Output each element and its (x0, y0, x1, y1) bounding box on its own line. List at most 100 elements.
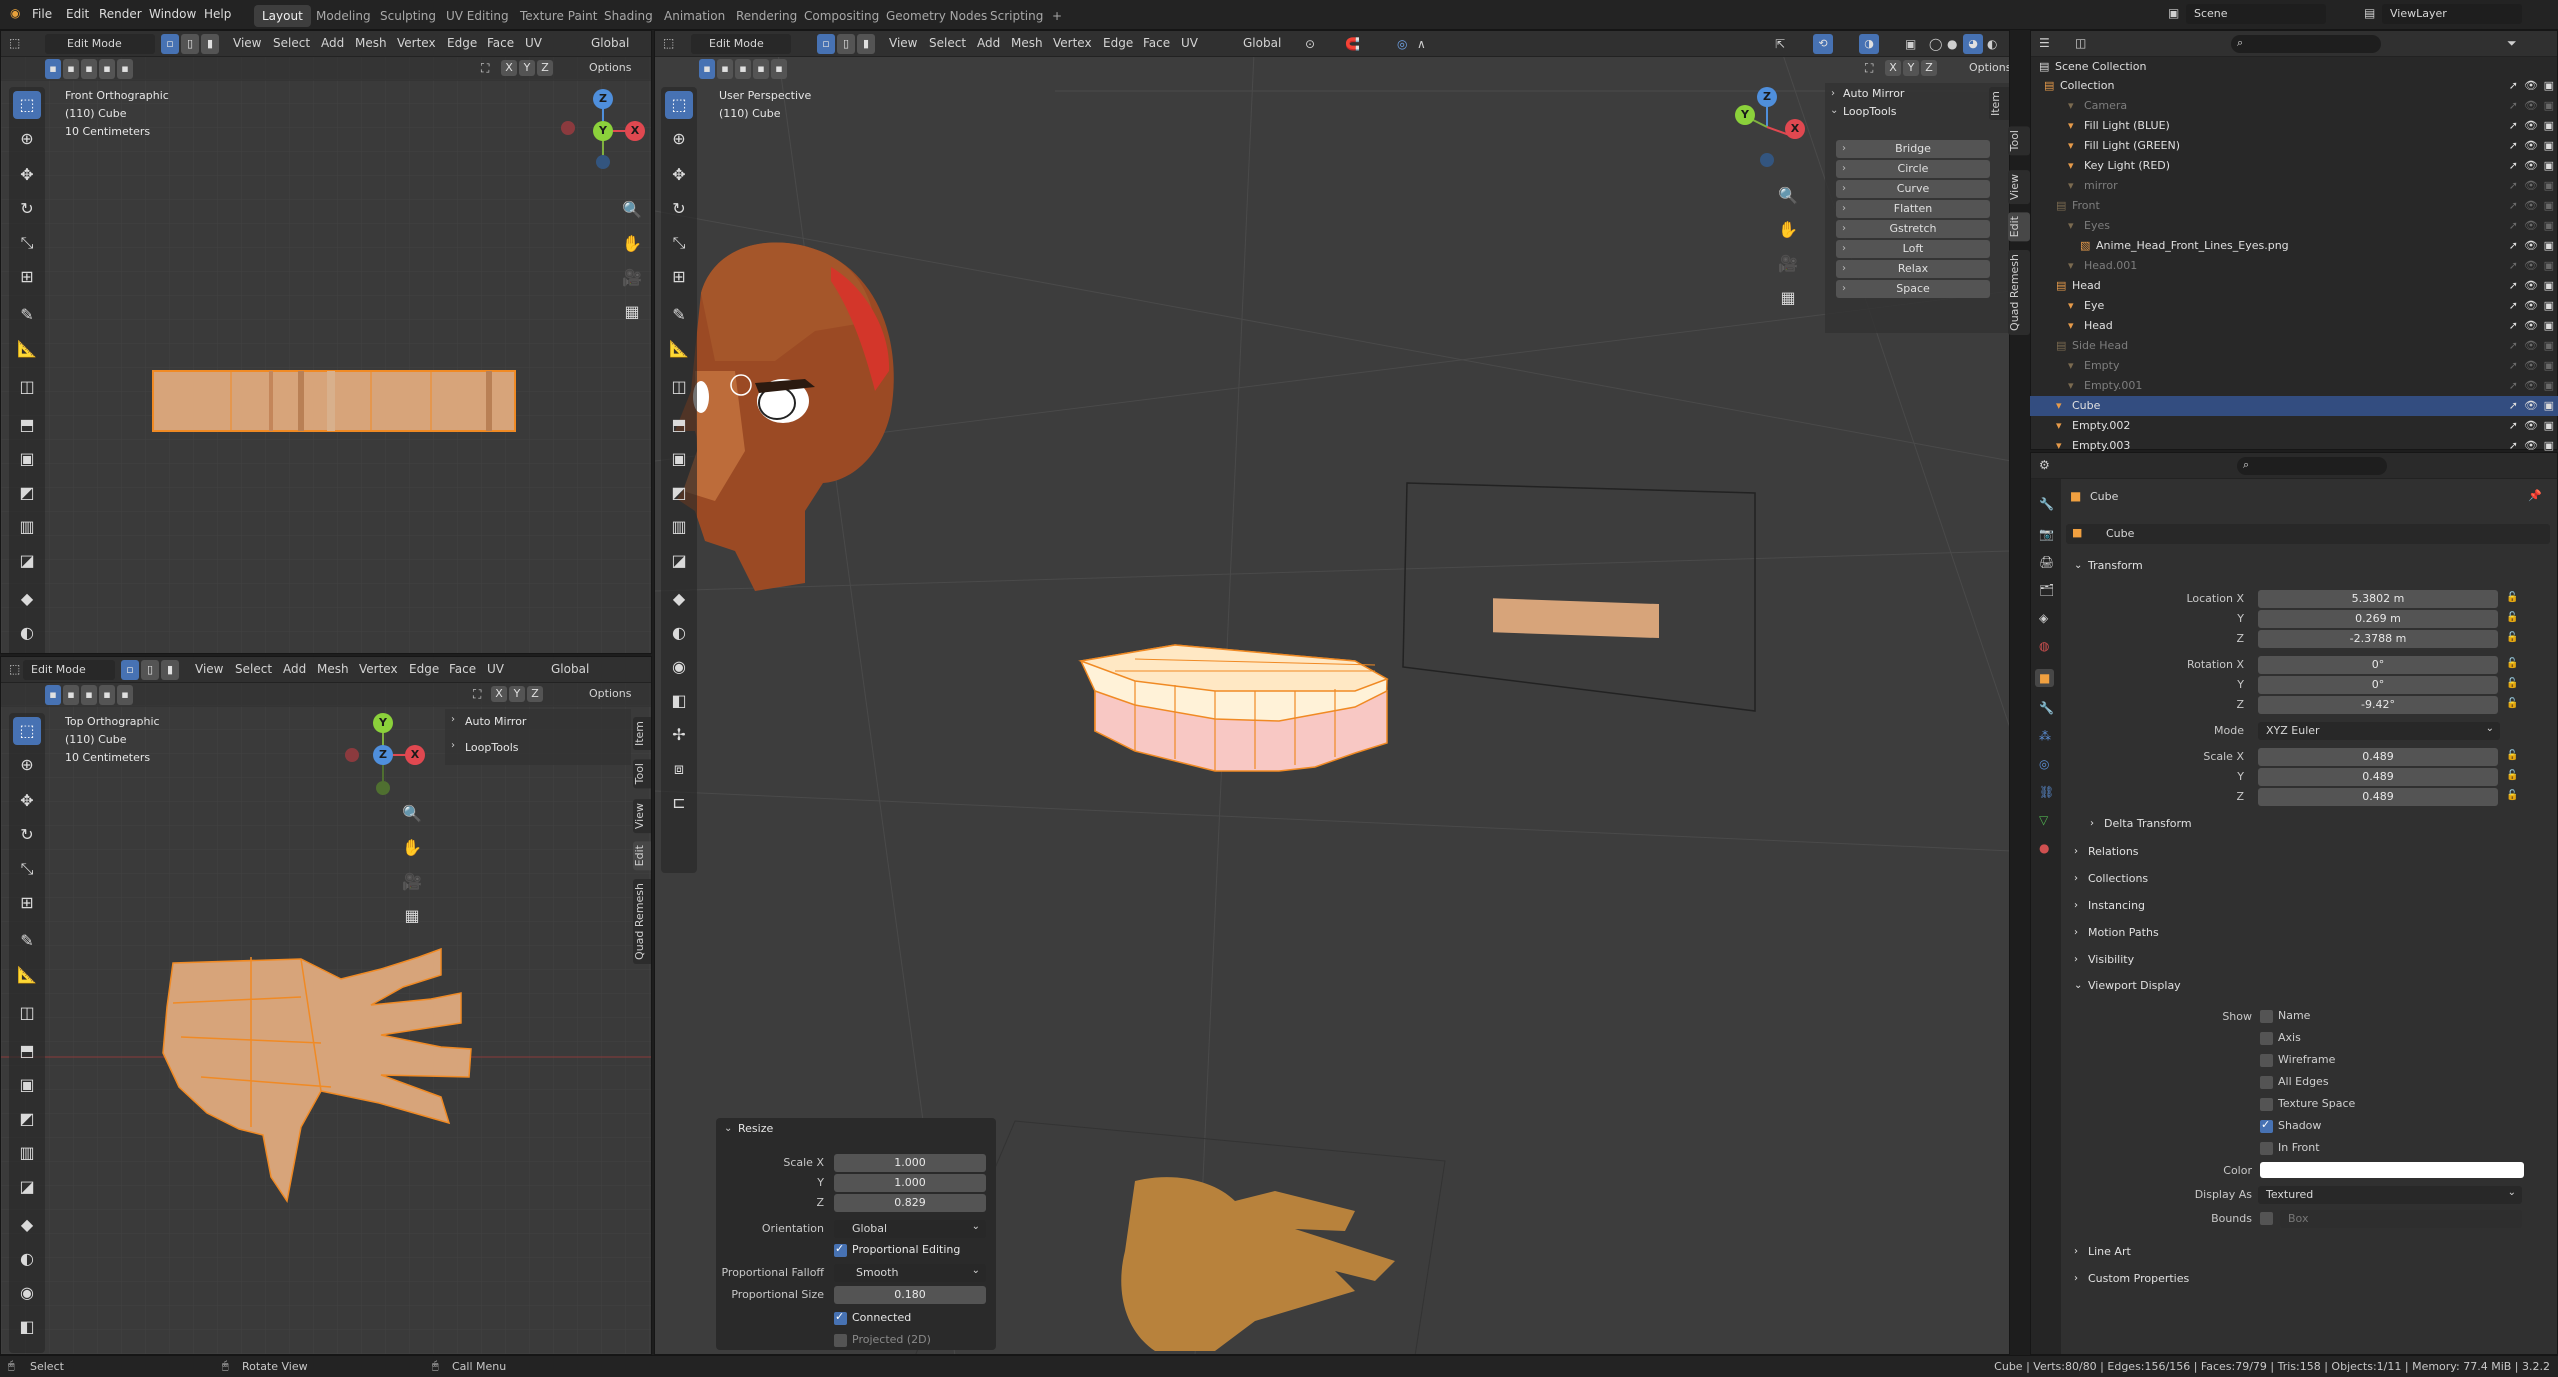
visibility-eye-icon[interactable]: 👁 (2524, 156, 2538, 176)
outliner-row[interactable]: ▾ Fill Light (GREEN) ➚ 👁 ▣ (2030, 136, 2558, 156)
editor-type-icon[interactable]: ☰ (2039, 36, 2050, 50)
editor-type-icon[interactable]: ⬚ (663, 36, 674, 50)
menu-view[interactable]: View (233, 36, 261, 50)
mirror-z-toggle[interactable]: Z (537, 60, 553, 76)
mode-selector[interactable]: Edit Mode (691, 34, 791, 54)
gizmo-y-icon[interactable]: Y (593, 121, 613, 141)
tab-sculpting[interactable]: Sculpting (372, 5, 444, 27)
overlays-toggle-icon[interactable]: ◑ (1859, 34, 1879, 54)
measure-tool-icon[interactable]: 📐 (13, 961, 41, 989)
projected-checkbox[interactable] (834, 1334, 847, 1347)
menu-view[interactable]: View (195, 662, 223, 676)
display-mode-icon[interactable]: ◫ (2075, 36, 2086, 50)
looptools-gstretch-button[interactable]: › Gstretch (1836, 220, 1990, 238)
particles-tab-icon[interactable]: ⁂ (2039, 729, 2051, 743)
annotate-tool-icon[interactable]: ✎ (13, 927, 41, 955)
shading-material-icon[interactable]: ◕ (1963, 34, 1983, 54)
select-mode-intersect-button[interactable]: ▪ (99, 59, 115, 79)
orientation-selector[interactable]: Global (1243, 36, 1281, 50)
visibility-eye-icon[interactable]: 👁 (2524, 176, 2538, 196)
render-camera-icon[interactable]: ▣ (2544, 76, 2554, 96)
line-art-header[interactable]: › Line Art (2066, 1240, 2546, 1264)
menu-edge[interactable]: Edge (1103, 36, 1133, 50)
spin-tool-icon[interactable]: ◐ (13, 619, 41, 647)
mirror-z-toggle[interactable]: Z (1921, 60, 1937, 76)
inset-tool-icon[interactable]: ▣ (665, 445, 693, 473)
loop-cut-tool-icon[interactable]: ▥ (13, 1139, 41, 1167)
mirror-x-toggle[interactable]: X (501, 60, 517, 76)
menu-view[interactable]: View (889, 36, 917, 50)
zoom-icon[interactable]: 🔍 (1773, 181, 1803, 211)
render-camera-icon[interactable]: ▣ (2544, 156, 2554, 176)
falloff-icon[interactable]: ∧ (1417, 37, 1426, 51)
shear-tool-icon[interactable]: ◧ (13, 1313, 41, 1341)
transform-tool-icon[interactable]: ⊞ (13, 263, 41, 291)
select-mode-subtract-button[interactable]: ▪ (735, 59, 751, 79)
add-cube-tool-icon[interactable]: ◫ (13, 999, 41, 1027)
object-tab-icon[interactable]: ■ (2035, 669, 2055, 687)
sidebar-tab-item[interactable]: Item (1989, 87, 2009, 121)
smooth-tool-icon[interactable]: ◉ (665, 653, 693, 681)
pan-hand-icon[interactable]: ✋ (617, 229, 647, 259)
shading-rendered-icon[interactable]: ◐ (1987, 37, 1997, 51)
show-option-checkbox[interactable] (2260, 1032, 2273, 1045)
looptools-circle-button[interactable]: › Circle (1836, 160, 1990, 178)
camera-view-icon[interactable]: 🎥 (617, 263, 647, 293)
chevron-down-icon[interactable]: ⌄ (724, 1123, 732, 1134)
menu-mesh[interactable]: Mesh (317, 662, 349, 676)
show-option-checkbox[interactable] (2260, 1098, 2273, 1111)
visibility-eye-icon[interactable]: 👁 (2524, 96, 2538, 116)
select-mode-extend-button[interactable]: ▪ (63, 59, 79, 79)
mirror-x-toggle[interactable]: X (1885, 60, 1901, 76)
knife-tool-icon[interactable]: ◪ (13, 547, 41, 575)
tab-rendering[interactable]: Rendering (728, 5, 805, 27)
scale-x-field[interactable]: 1.000 (834, 1154, 986, 1172)
modifier-tab-icon[interactable]: 🔧 (2039, 701, 2054, 715)
sidebar-tab-tool[interactable]: Tool (2008, 126, 2030, 156)
render-camera-icon[interactable]: ▣ (2544, 276, 2554, 296)
sidebar-tab-item[interactable]: Item (633, 717, 651, 751)
measure-tool-icon[interactable]: 📐 (665, 335, 693, 363)
outliner-row[interactable]: ▾ Head.001 ➚ 👁 ▣ (2030, 256, 2558, 276)
data-tab-icon[interactable]: ▽ (2039, 813, 2048, 827)
face-select-button[interactable]: ▮ (161, 660, 179, 680)
select-mode-extend-button[interactable]: ▪ (717, 59, 733, 79)
looptools-loft-button[interactable]: › Loft (1836, 240, 1990, 258)
menu-edge[interactable]: Edge (409, 662, 439, 676)
camera-view-icon[interactable]: 🎥 (397, 867, 427, 897)
visibility-eye-icon[interactable]: 👁 (2524, 316, 2538, 336)
gizmo-z-icon[interactable]: Z (373, 745, 393, 765)
gizmo-x-icon[interactable]: X (625, 121, 645, 141)
select-box-tool-icon[interactable]: ⬚ (13, 91, 41, 119)
shading-wire-icon[interactable]: ◯ (1929, 37, 1942, 51)
selectable-arrow-icon[interactable]: ➚ (2509, 336, 2518, 356)
output-tab-icon[interactable]: 🖨 (2039, 555, 2054, 569)
menu-file[interactable]: File (32, 7, 52, 21)
selectable-arrow-icon[interactable]: ➚ (2509, 136, 2518, 156)
transform-tool-icon[interactable]: ⊞ (13, 889, 41, 917)
gizmo-neg-y-icon[interactable] (376, 781, 390, 795)
selectable-arrow-icon[interactable]: ➚ (2509, 356, 2518, 376)
outliner-row[interactable]: ▧ Anime_Head_Front_Lines_Eyes.png ➚ 👁 ▣ (2030, 236, 2558, 256)
xray-icon[interactable]: ▣ (1905, 37, 1916, 51)
outliner-search-input[interactable]: ⌕ (2231, 35, 2381, 53)
menu-add[interactable]: Add (977, 36, 1000, 50)
looptools-space-button[interactable]: › Space (1836, 280, 1990, 298)
outliner-row[interactable]: ▾ Empty.002 ➚ 👁 ▣ (2030, 416, 2558, 436)
outliner-row[interactable]: ▾ Eye ➚ 👁 ▣ (2030, 296, 2558, 316)
pin-icon[interactable]: 📌 (2528, 489, 2542, 502)
rotate-tool-icon[interactable]: ↻ (13, 195, 41, 223)
tab-texture-paint[interactable]: Texture Paint (512, 5, 605, 27)
render-camera-icon[interactable]: ▣ (2544, 236, 2554, 256)
options-dropdown[interactable]: Options (1969, 61, 2009, 74)
editor-type-icon[interactable]: ⬚ (9, 36, 20, 50)
mirror-icon[interactable]: ⛶ (473, 687, 481, 702)
lock-icon[interactable]: 🔓 (2506, 678, 2518, 689)
looptools-curve-button[interactable]: › Curve (1836, 180, 1990, 198)
render-camera-icon[interactable]: ▣ (2544, 356, 2554, 376)
orientation-selector[interactable]: Global (591, 36, 629, 50)
selectable-arrow-icon[interactable]: ➚ (2509, 176, 2518, 196)
render-camera-icon[interactable]: ▣ (2544, 296, 2554, 316)
mode-selector[interactable]: Edit Mode (45, 34, 155, 54)
outliner-row[interactable]: ▤ Side Head ➚ 👁 ▣ (2030, 336, 2558, 356)
